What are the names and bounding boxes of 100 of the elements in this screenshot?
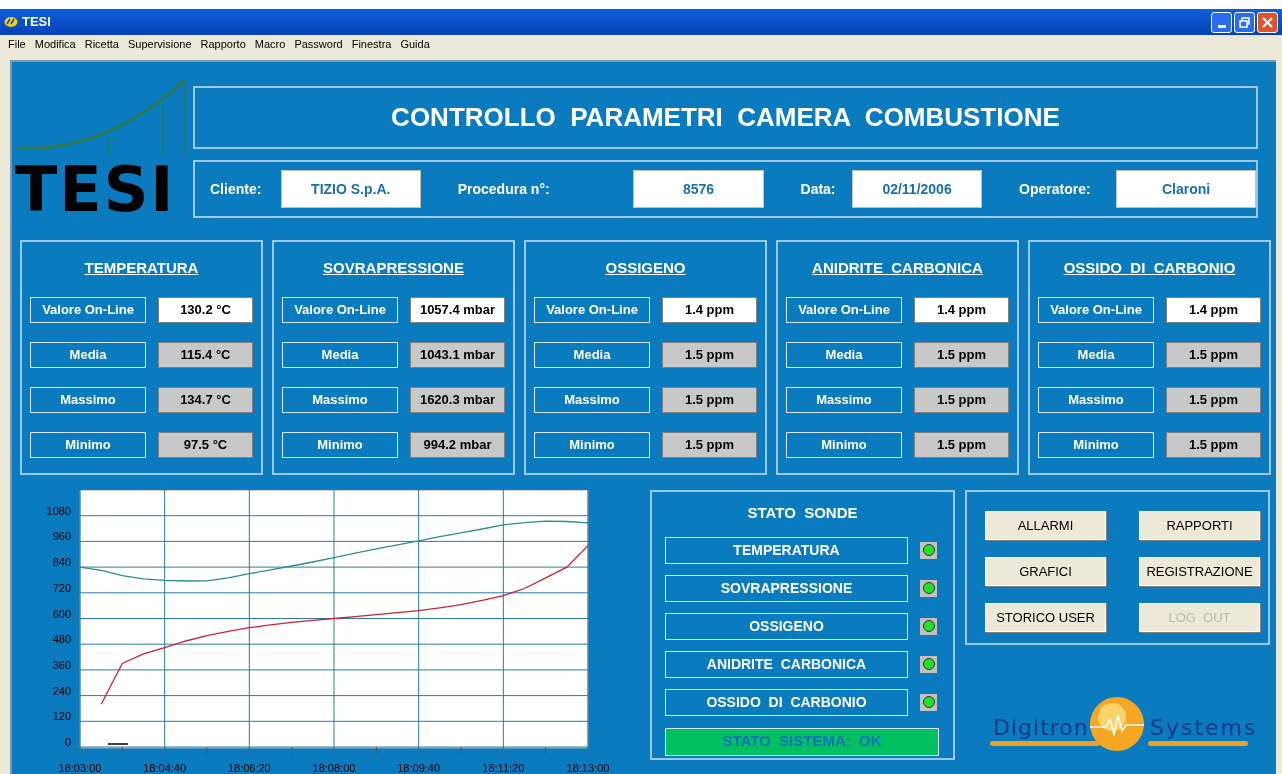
- axis-label: 18:11:20: [482, 762, 525, 774]
- value-label: Valore On-Line: [1038, 296, 1154, 323]
- info-field: 8576: [633, 170, 764, 208]
- field-label: Data:: [800, 179, 837, 199]
- value-label: Massimo: [282, 386, 398, 413]
- value-field: 1.5 ppm: [662, 341, 757, 368]
- value-label: Massimo: [786, 386, 902, 413]
- minimize-button[interactable]: [1211, 11, 1232, 33]
- info-field: Claroni: [1116, 170, 1256, 208]
- dashboard-title: CONTROLLO PARAMETRI CAMERA COMBUSTIONE: [391, 101, 1060, 134]
- value-label: Minimo: [282, 431, 398, 458]
- value-label: Valore On-Line: [534, 296, 650, 323]
- axis-label: 18:08:00: [312, 762, 356, 774]
- value-field: 115.4 °C: [158, 341, 253, 368]
- field-label: Cliente:: [210, 179, 263, 199]
- value-field: 1620.3 mbar: [410, 386, 505, 413]
- app-icon: [4, 16, 18, 28]
- value-field: 1.5 ppm: [662, 386, 757, 413]
- value-field: 1.5 ppm: [1166, 431, 1261, 458]
- value-field: 1.4 ppm: [1166, 296, 1261, 323]
- value-field: 1.5 ppm: [1166, 386, 1261, 413]
- value-label: Massimo: [30, 386, 146, 413]
- window-title: TESI: [22, 13, 51, 32]
- info-field: 02/11/2006: [851, 170, 983, 208]
- panel-title: OSSIGENO: [605, 258, 686, 278]
- value-field: 1057.4 mbar: [410, 296, 505, 323]
- menu-item[interactable]: Rapporto: [200, 35, 246, 53]
- value-label: Minimo: [1038, 431, 1154, 458]
- axis-label: 18:09:40: [397, 762, 441, 774]
- field-label: Operatore:: [1019, 179, 1092, 199]
- value-label: Media: [534, 341, 650, 368]
- value-field: 1043.1 mbar: [410, 341, 505, 368]
- logo-text: TESI: [15, 161, 176, 219]
- value-field: 134.7 °C: [158, 386, 253, 413]
- value-field: 1.5 ppm: [914, 341, 1009, 368]
- menu-item[interactable]: Finestra: [351, 35, 392, 53]
- axis-label: 600: [52, 607, 71, 620]
- panel-title: TEMPERATURA: [84, 258, 199, 278]
- axis-label: 18:04:40: [143, 762, 187, 774]
- value-label: Valore On-Line: [30, 296, 146, 323]
- menu-item[interactable]: File: [8, 35, 26, 53]
- value-label: Media: [1038, 341, 1154, 368]
- value-field: 1.5 ppm: [914, 431, 1009, 458]
- axis-label: 960: [52, 530, 71, 543]
- probe-label: OSSIDO DI CARBONIO: [665, 688, 908, 716]
- action-button[interactable]: GRAFICI: [985, 557, 1106, 586]
- probe-label: ANIDRITE CARBONICA: [665, 650, 908, 678]
- panel-title: SOVRAPRESSIONE: [323, 258, 464, 278]
- value-field: 1.5 ppm: [662, 431, 757, 458]
- restore-icon: [1239, 16, 1250, 28]
- menu-item[interactable]: Modifica: [34, 35, 76, 53]
- action-button[interactable]: STORICO USER: [985, 603, 1106, 632]
- value-label: Valore On-Line: [282, 296, 398, 323]
- axis-label: 240: [52, 684, 71, 697]
- axis-label: 1080: [46, 504, 71, 517]
- value-label: Media: [282, 341, 398, 368]
- value-label: Minimo: [30, 431, 146, 458]
- orb-icon: [1088, 695, 1146, 753]
- value-label: Minimo: [534, 431, 650, 458]
- value-field: 97.5 °C: [158, 431, 253, 458]
- value-field: 1.4 ppm: [914, 296, 1009, 323]
- marker-line: [107, 743, 129, 745]
- axis-label: 120: [52, 710, 71, 723]
- menu-item[interactable]: Guida: [400, 35, 430, 53]
- probe-label: SOVRAPRESSIONE: [665, 574, 908, 602]
- field-label: Procedura n°:: [457, 179, 551, 199]
- value-label: Massimo: [1038, 386, 1154, 413]
- axis-label: 18:06:20: [227, 762, 271, 774]
- action-button[interactable]: REGISTRAZIONE: [1139, 557, 1260, 586]
- value-field: 1.5 ppm: [1166, 341, 1261, 368]
- brand-text: Digitron: [993, 715, 1089, 741]
- restore-button[interactable]: [1234, 11, 1255, 33]
- axis-label: 18:03:00: [58, 762, 102, 774]
- axis-label: 480: [52, 633, 71, 646]
- value-label: Massimo: [534, 386, 650, 413]
- probe-label: TEMPERATURA: [665, 536, 908, 564]
- action-button[interactable]: ALLARMI: [985, 511, 1106, 540]
- axis-label: 840: [52, 556, 71, 569]
- value-label: Minimo: [786, 431, 902, 458]
- brand-text: Systems: [1150, 715, 1258, 741]
- close-button[interactable]: [1257, 11, 1278, 33]
- value-label: Valore On-Line: [786, 296, 902, 323]
- probe-label: OSSIGENO: [665, 612, 908, 640]
- info-field: TIZIO S.p.A.: [280, 170, 421, 208]
- action-button[interactable]: RAPPORTI: [1139, 511, 1260, 540]
- panel-title: ANIDRITE CARBONICA: [812, 258, 983, 278]
- menu-item[interactable]: Password: [294, 35, 343, 53]
- value-label: Media: [786, 341, 902, 368]
- menu-item[interactable]: Macro: [254, 35, 286, 53]
- menu-item[interactable]: Ricetta: [84, 35, 119, 53]
- menu-item[interactable]: Supervisione: [127, 35, 192, 53]
- value-field: 1.5 ppm: [914, 386, 1009, 413]
- system-status-bar: STATO SISTEMA: OK: [665, 727, 939, 756]
- axis-label: 360: [52, 658, 71, 671]
- axis-label: 720: [52, 581, 71, 594]
- panel-title: OSSIDO DI CARBONIO: [1063, 258, 1236, 278]
- value-label: Media: [30, 341, 146, 368]
- axis-label: 0: [64, 736, 71, 748]
- value-field: 994.2 mbar: [410, 431, 505, 458]
- value-field: 1.4 ppm: [662, 296, 757, 323]
